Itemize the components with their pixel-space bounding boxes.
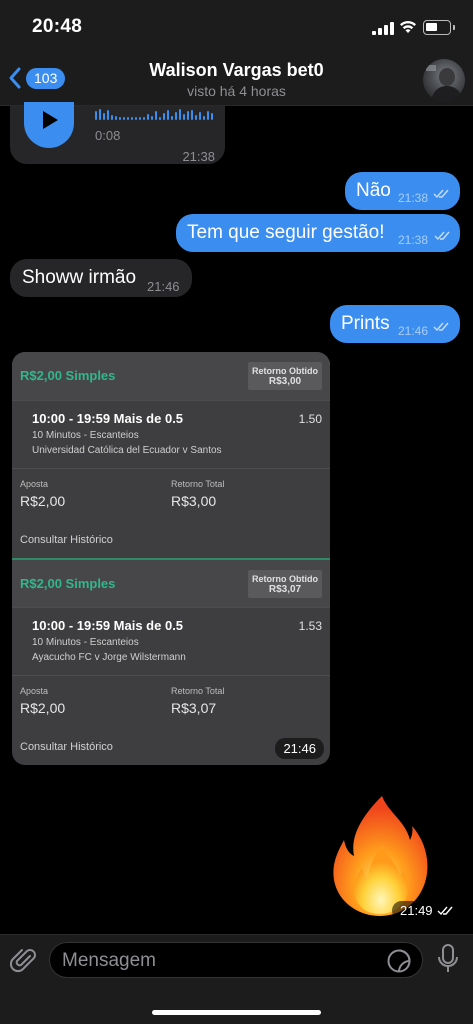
double-check-icon [434, 231, 450, 241]
message-time: 21:38 [398, 233, 429, 247]
double-check-icon [433, 189, 449, 199]
divider [12, 400, 330, 401]
history-link: Consultar Histórico [20, 741, 113, 753]
message-outgoing[interactable]: Prints 21:46 [330, 305, 460, 343]
message-text: Showw irmão [22, 267, 137, 288]
bet-odd: 1.53 [298, 619, 322, 633]
message-time: 21:49 [392, 901, 461, 920]
divider [12, 675, 330, 676]
bet-match: Universidad Católica del Ecuador v Santo… [32, 445, 222, 456]
fire-time-label: 21:49 [400, 903, 433, 918]
chat-title[interactable]: Walison Vargas bet0 [0, 60, 473, 81]
message-text: Prints [341, 313, 390, 334]
voice-message[interactable]: 0:08 21:38 [10, 102, 225, 164]
message-time: 21:38 [398, 191, 429, 205]
stake-value: R$2,00 [20, 493, 66, 509]
bet-selection: 10:00 - 19:59 Mais de 0.5 [32, 618, 184, 633]
home-indicator [152, 1010, 321, 1015]
message-time: 21:46 [147, 279, 180, 294]
last-seen-status: visto há 4 horas [187, 83, 286, 99]
bet-amount: R$2,00 Simples [20, 576, 116, 591]
play-button[interactable] [24, 102, 74, 148]
history-link: Consultar Histórico [20, 534, 113, 546]
return-value: R$3,00 [268, 376, 302, 387]
sticker-icon[interactable] [386, 948, 412, 974]
total-label: Retorno Total [171, 479, 225, 489]
message-input[interactable] [62, 949, 362, 973]
double-check-icon [437, 906, 453, 915]
message-field [49, 942, 423, 978]
status-bar: 20:48 [0, 0, 473, 56]
message-time: 21:46 [398, 324, 429, 338]
battery-icon [423, 20, 455, 35]
bet-market: 10 Minutos - Escanteios [32, 430, 139, 441]
message-time: 21:38 [182, 149, 215, 164]
divider [12, 468, 330, 469]
stake-label: Aposta [20, 479, 49, 489]
bet-amount: R$2,00 Simples [20, 368, 116, 383]
voice-duration: 0:08 [95, 128, 121, 143]
message-text: Não [356, 180, 391, 201]
message-outgoing[interactable]: Não 21:38 [345, 172, 460, 210]
double-check-icon [433, 322, 449, 332]
chat-header: 103 Walison Vargas bet0 visto há 4 horas [0, 56, 473, 106]
signal-icon [372, 22, 394, 35]
message-input-bar [0, 934, 473, 1024]
waveform [95, 108, 213, 120]
return-box: Retorno Obtido R$3,00 [248, 362, 322, 390]
total-value: R$3,07 [171, 700, 217, 716]
status-time: 20:48 [32, 16, 83, 37]
return-label: Retorno Obtido [252, 366, 318, 376]
paperclip-icon[interactable] [10, 947, 38, 975]
message-time: 21:46 [275, 738, 324, 759]
bet-odd: 1.50 [298, 412, 322, 426]
total-label: Retorno Total [171, 686, 225, 696]
message-text: Tem que seguir gestão! [187, 222, 385, 243]
message-outgoing[interactable]: Tem que seguir gestão! 21:38 [176, 214, 460, 252]
return-label: Retorno Obtido [252, 574, 318, 584]
bet-screenshot-image[interactable]: R$2,00 Simples Retorno Obtido R$3,00 10:… [12, 352, 330, 765]
bet-match: Ayacucho FC v Jorge Wilstermann [32, 652, 186, 663]
total-value: R$3,00 [171, 493, 217, 509]
stake-value: R$2,00 [20, 700, 66, 716]
microphone-icon[interactable] [437, 943, 459, 975]
divider [12, 607, 330, 608]
bet-market: 10 Minutos - Escanteios [32, 637, 139, 648]
play-icon [43, 111, 58, 129]
wifi-icon [400, 20, 416, 33]
avatar[interactable] [423, 59, 465, 101]
message-incoming[interactable]: Showw irmão 21:46 [10, 259, 192, 297]
fire-sticker[interactable] [328, 792, 434, 918]
bet-header: R$2,00 Simples Retorno Obtido R$3,07 [12, 560, 330, 608]
return-box: Retorno Obtido R$3,07 [248, 570, 322, 598]
bet-header: R$2,00 Simples Retorno Obtido R$3,00 [12, 352, 330, 400]
bet-selection: 10:00 - 19:59 Mais de 0.5 [32, 411, 184, 426]
stake-label: Aposta [20, 686, 49, 696]
return-value: R$3,07 [268, 584, 302, 595]
